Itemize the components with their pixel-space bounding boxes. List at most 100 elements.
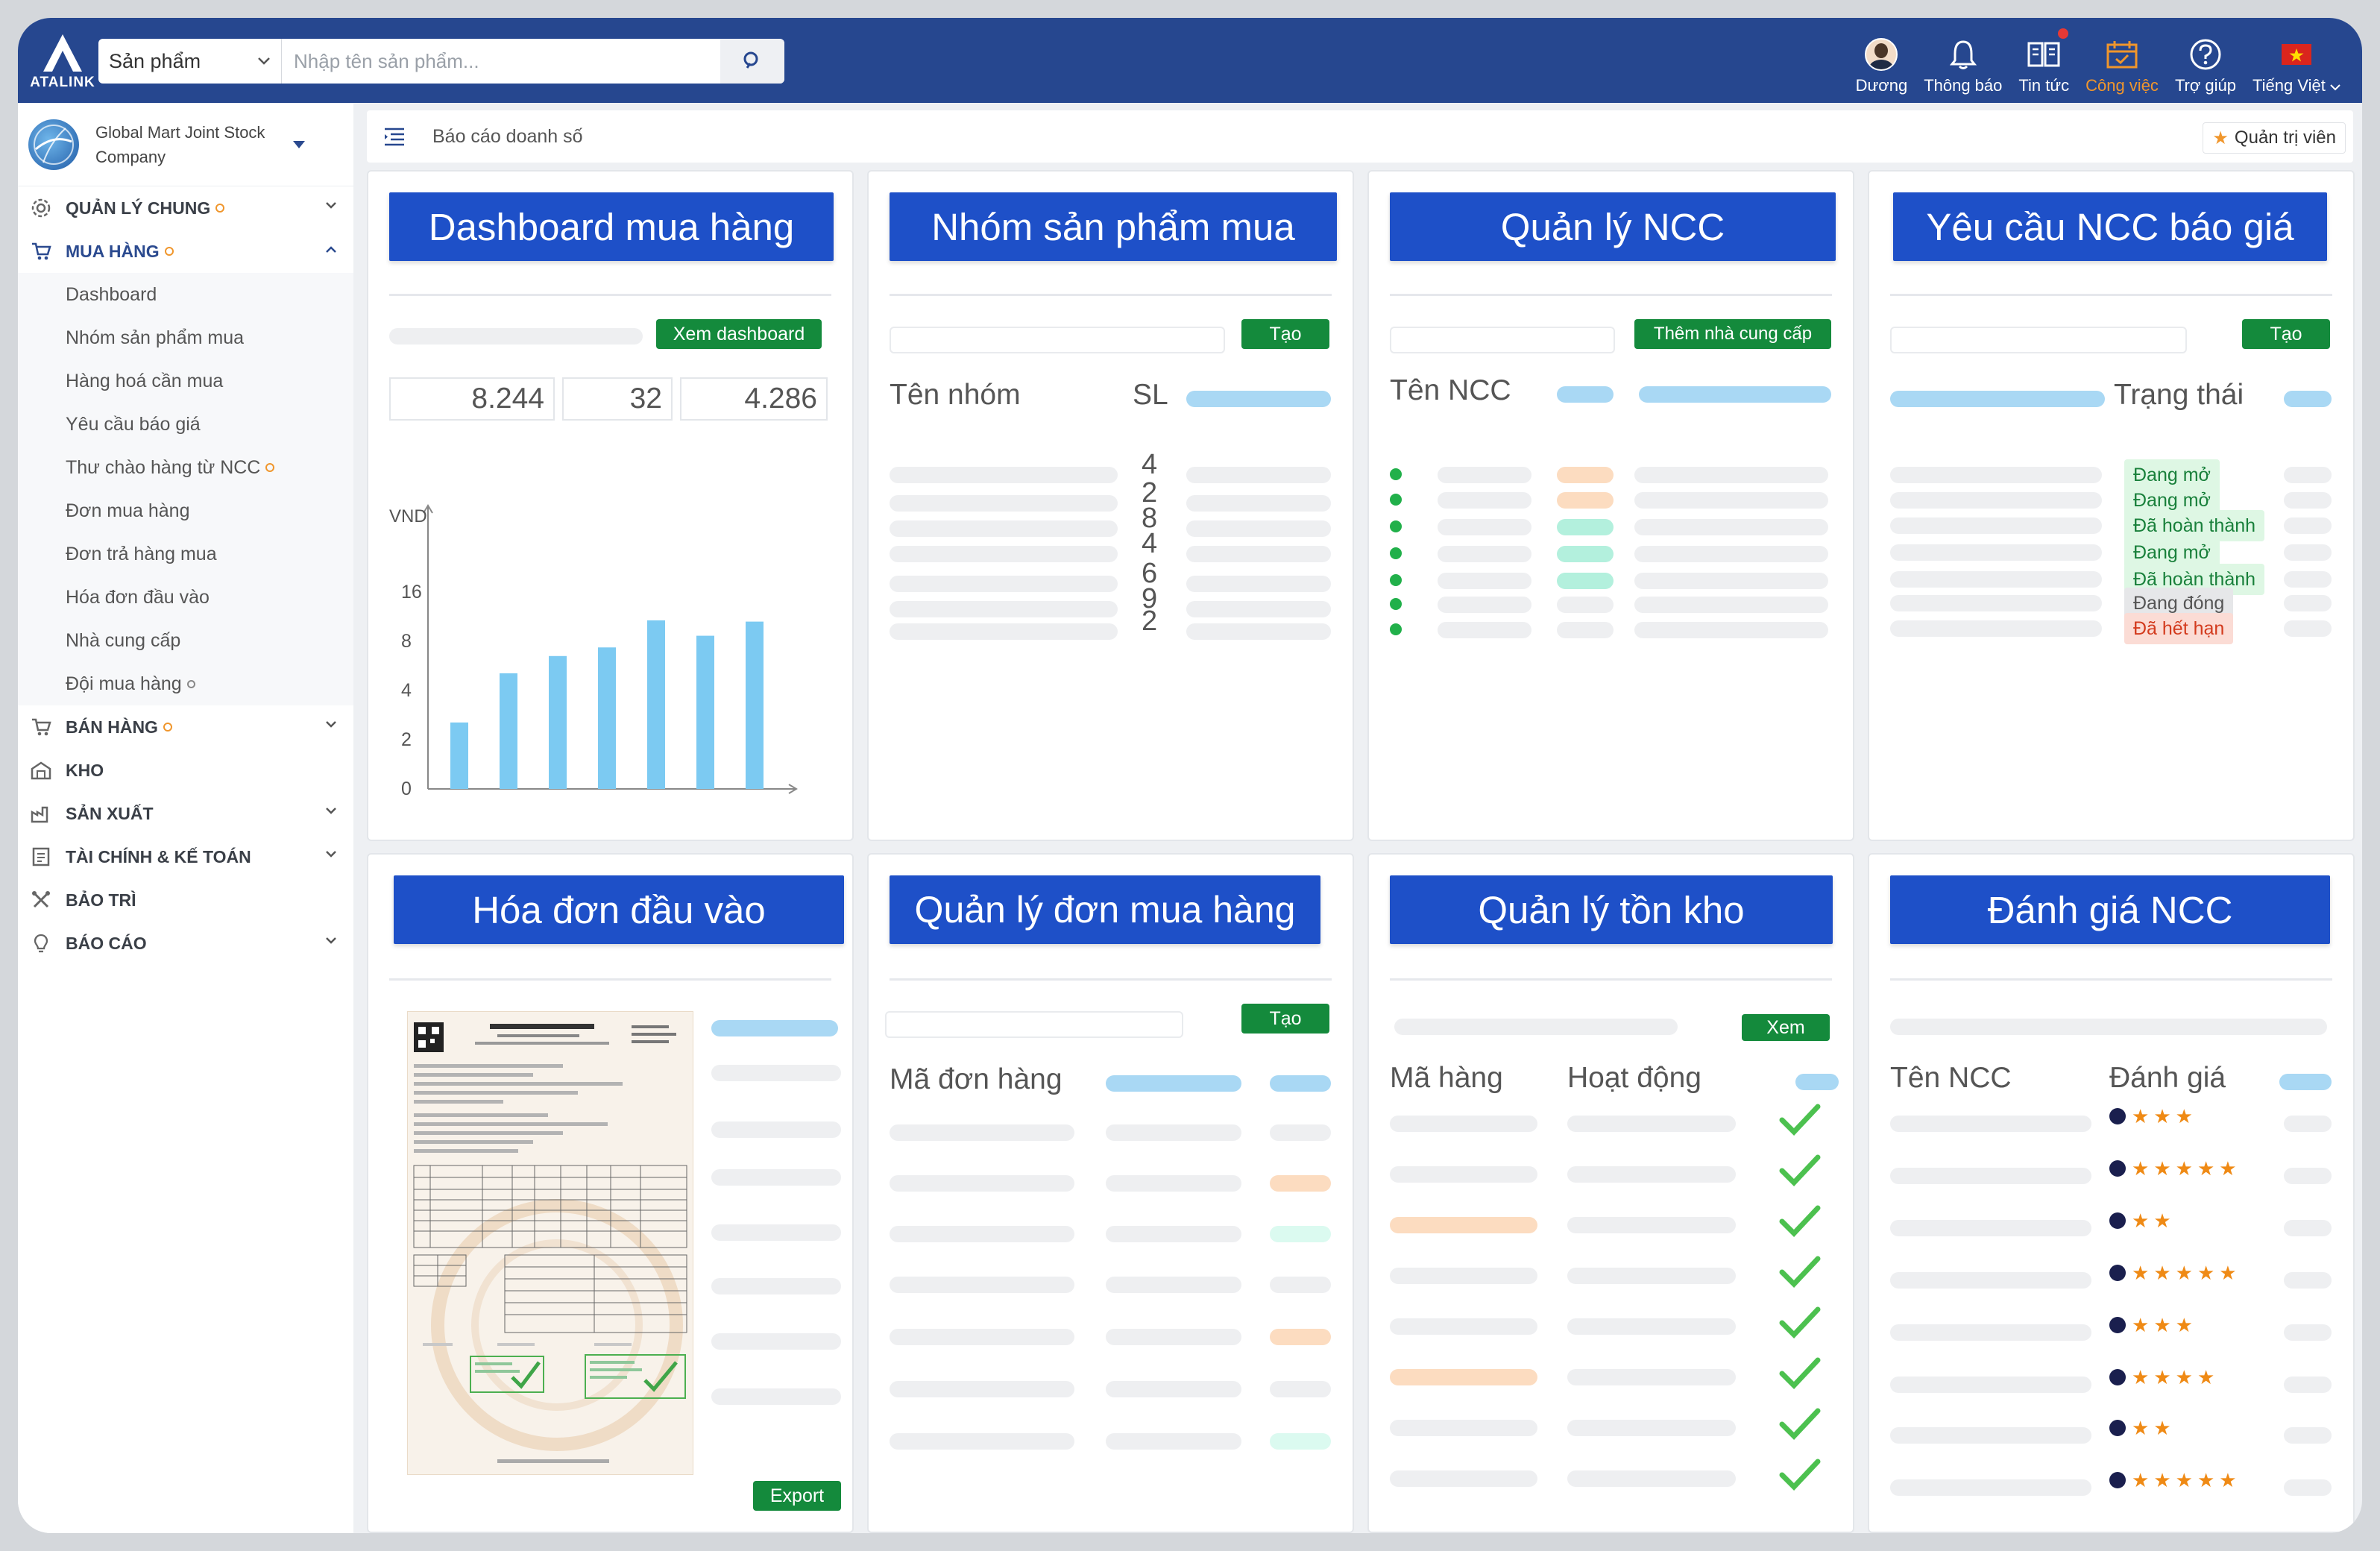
atalink-logo[interactable]: ATALINK [28, 31, 97, 91]
search-input[interactable] [282, 39, 720, 84]
admin-button[interactable]: ★ Quản trị viên [2203, 122, 2346, 154]
star-icon: ★ [2175, 1469, 2193, 1491]
search-field[interactable] [885, 1011, 1183, 1038]
card-title[interactable]: Nhóm sản phẩm mua [890, 192, 1337, 261]
row-bar [2284, 1377, 2332, 1393]
star-icon: ★ [2132, 1366, 2150, 1388]
star-icon: ★ [2197, 1157, 2215, 1180]
sub-item-doi-mua-hang[interactable]: Đội mua hàng [18, 662, 353, 705]
row-bar [1106, 1226, 1241, 1242]
view-dashboard-button[interactable]: Xem dashboard [656, 319, 822, 349]
placeholder-bar [1394, 1019, 1678, 1035]
menu-label: MUA HÀNG [66, 241, 160, 261]
sub-item-thu-chao-hang[interactable]: Thư chào hàng từ NCC [18, 446, 353, 489]
star-icon: ★ [2219, 1157, 2237, 1180]
star-icon: ★ [2219, 1469, 2237, 1491]
sub-item-hoa-don[interactable]: Hóa đơn đầu vào [18, 576, 353, 619]
check-icon [1779, 1254, 1821, 1292]
check-icon [1779, 1457, 1821, 1495]
card-title[interactable]: Quản lý NCC [1390, 192, 1836, 261]
row-bar [1890, 1168, 2091, 1184]
language-select[interactable]: Tiếng Việt [2244, 28, 2349, 95]
card-title[interactable]: Hóa đơn đầu vào [394, 875, 844, 944]
row-bar [1890, 620, 2102, 637]
row-bar [1186, 576, 1331, 592]
top-nav: Dương Thông báo Tin tức Công việc Trợ gi… [1848, 28, 2349, 95]
menu-bao-tri[interactable]: BẢO TRÌ [18, 878, 353, 922]
menu-ban-hang[interactable]: BÁN HÀNG [18, 705, 353, 749]
user-name: Dương [1855, 76, 1908, 95]
create-button[interactable]: Tạo [1241, 319, 1329, 349]
card-title[interactable]: Đánh giá NCC [1890, 875, 2330, 944]
search-field[interactable] [1390, 327, 1615, 353]
row-bar [1390, 1166, 1537, 1183]
row-bar [1634, 492, 1828, 509]
row-bar [1634, 597, 1828, 613]
card-title[interactable]: Dashboard mua hàng [389, 192, 834, 261]
column-header: Đánh giá [2109, 1062, 2226, 1094]
row-bar [1390, 1268, 1537, 1284]
search-category-label: Sản phẩm [109, 49, 201, 72]
star-icon: ★ [2132, 1469, 2150, 1491]
row-bar [2284, 620, 2332, 637]
row-bar [2284, 1272, 2332, 1289]
user-menu[interactable]: Dương [1848, 28, 1916, 95]
create-button[interactable]: Tạo [1241, 1004, 1329, 1034]
help-button[interactable]: Trợ giúp [2167, 28, 2244, 95]
row-bar [1270, 1226, 1331, 1242]
header-bar [2284, 391, 2332, 407]
news-label: Tin tức [2018, 76, 2070, 95]
add-supplier-button[interactable]: Thêm nhà cung cấp [1634, 319, 1831, 349]
company-switcher[interactable]: Global Mart Joint Stock Company [18, 103, 353, 186]
search-field[interactable] [890, 327, 1225, 353]
card-title[interactable]: Quản lý tồn kho [1390, 875, 1833, 944]
invoice-preview-image [407, 1011, 693, 1475]
search-category-select[interactable]: Sản phẩm [98, 39, 282, 84]
divider [890, 294, 1332, 296]
menu-bao-cao[interactable]: BÁO CÁO [18, 922, 353, 965]
menu-quan-ly-chung[interactable]: QUẢN LÝ CHUNG [18, 186, 353, 230]
sub-item-dashboard[interactable]: Dashboard [18, 273, 353, 316]
notifications-button[interactable]: Thông báo [1915, 28, 2010, 95]
sub-item-don-mua-hang[interactable]: Đơn mua hàng [18, 489, 353, 532]
header-bar [2279, 1074, 2332, 1090]
menu-toggle-icon[interactable] [383, 127, 406, 146]
row-bar [711, 1169, 841, 1186]
chevron-down-icon [2330, 84, 2340, 91]
row-bar [1390, 1420, 1537, 1436]
row-bar [2284, 467, 2332, 483]
row-bar [1567, 1116, 1736, 1132]
sub-item-nha-cung-cap[interactable]: Nhà cung cấp [18, 619, 353, 662]
menu-kho[interactable]: KHO [18, 749, 353, 792]
sub-item-don-tra-hang[interactable]: Đơn trả hàng mua [18, 532, 353, 576]
notifications-label: Thông báo [1924, 76, 2003, 95]
new-dot-icon [265, 463, 275, 472]
create-button[interactable]: Tạo [2242, 319, 2330, 349]
row-bar [1890, 517, 2102, 534]
chevron-down-icon [326, 202, 336, 209]
chevron-down-icon [326, 851, 336, 858]
menu-tai-chinh[interactable]: TÀI CHÍNH & KẾ TOÁN [18, 835, 353, 878]
view-button[interactable]: Xem [1742, 1014, 1830, 1041]
search-field[interactable] [1890, 327, 2187, 353]
sub-item-nhom-san-pham[interactable]: Nhóm sản phẩm mua [18, 316, 353, 359]
tasks-button[interactable]: Công việc [2077, 28, 2167, 95]
star-icon: ★ [2175, 1157, 2193, 1180]
sub-item-hang-hoa[interactable]: Hàng hoá cần mua [18, 359, 353, 403]
chart-bar [549, 655, 567, 789]
chart-bar [647, 620, 665, 789]
placeholder-bar [1890, 1019, 2327, 1035]
news-button[interactable]: Tin tức [2010, 28, 2077, 95]
menu-san-xuat[interactable]: SẢN XUẤT [18, 792, 353, 835]
y-tick-label: 8 [401, 631, 412, 652]
sub-item-yeu-cau-bao-gia[interactable]: Yêu cầu báo giá [18, 403, 353, 446]
row-bar [1270, 1381, 1331, 1397]
row-bar [1438, 597, 1531, 613]
search-button[interactable] [720, 39, 784, 84]
card-title[interactable]: Quản lý đơn mua hàng [890, 875, 1320, 944]
star-icon: ★ [2153, 1366, 2171, 1388]
card-title[interactable]: Yêu cầu NCC báo giá [1893, 192, 2327, 261]
star-rating: ★ ★ ★ [2109, 1315, 2193, 1335]
menu-mua-hang[interactable]: MUA HÀNG [18, 230, 353, 273]
export-button[interactable]: Export [753, 1481, 841, 1511]
